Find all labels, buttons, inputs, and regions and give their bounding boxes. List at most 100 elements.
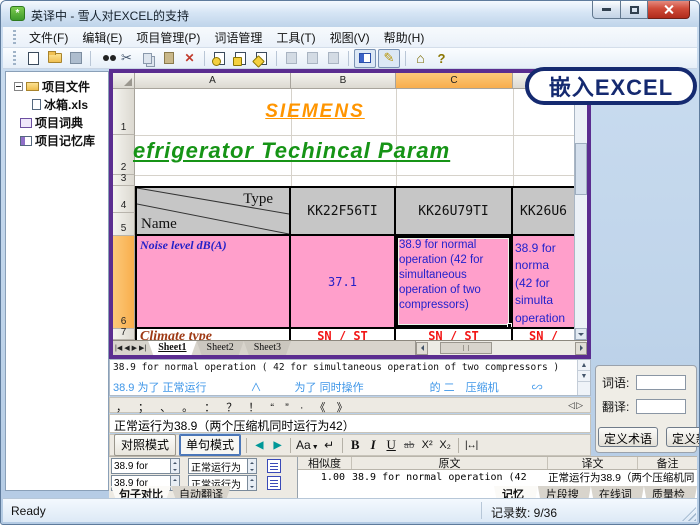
model-header-cell[interactable]: KK26U6 [511, 188, 574, 234]
new-document-icon[interactable] [24, 50, 43, 67]
menu-tools[interactable]: 工具(T) [269, 27, 322, 48]
spinner-icon[interactable] [248, 475, 257, 491]
menu-file[interactable]: 文件(F) [22, 27, 75, 48]
contrast-mode-button[interactable]: 对照模式 [114, 434, 176, 456]
excel-horizontal-scrollbar[interactable] [415, 341, 587, 355]
sidebar-item-project-files[interactable]: 项目文件 [14, 78, 90, 95]
model-header-cell[interactable]: KK22F56TI [289, 188, 394, 234]
gloss-line[interactable]: 38.9 为了 正常运行 ∧ 为了 同时操作 的 二 压缩机 ∽ [113, 379, 543, 395]
font-icon[interactable]: Aa▼ [296, 438, 319, 452]
paste-icon[interactable] [159, 50, 178, 67]
define-new-button[interactable]: 定义新 [666, 427, 700, 447]
column-source[interactable]: 原文 [352, 457, 548, 469]
word-input[interactable] [636, 375, 686, 390]
row-header-5[interactable]: 5 [113, 213, 135, 236]
diagonal-header-cell[interactable]: Type Name [137, 188, 289, 234]
bold-icon[interactable]: B [348, 437, 363, 453]
sheet-tab-sheet1[interactable]: Sheet1 [148, 341, 196, 355]
climate-value-cell-b[interactable]: SN / ST [289, 329, 394, 340]
maximize-button[interactable] [621, 1, 648, 19]
column-header-a[interactable]: A [135, 73, 291, 89]
italic-icon[interactable]: I [366, 437, 381, 453]
climate-label-cell[interactable]: Climate type [137, 329, 289, 340]
model-header-cell[interactable]: KK26U79TI [394, 188, 511, 234]
doc-badge-icon-3[interactable] [252, 50, 271, 67]
sheet-tab-sheet2[interactable]: Sheet2 [197, 341, 244, 355]
define-term-button[interactable]: 定义术语 [598, 427, 658, 447]
gray-tool-icon-3[interactable] [324, 50, 343, 67]
horizontal-scroll-track[interactable] [428, 342, 575, 355]
scroll-up-icon[interactable]: ▲ [578, 360, 590, 371]
first-sheet-icon[interactable]: |◀ [115, 344, 122, 352]
menu-project[interactable]: 项目管理(P) [129, 27, 207, 48]
column-remark[interactable]: 备注 [638, 457, 697, 469]
minimize-button[interactable] [592, 1, 621, 19]
sheet-tab-sheet3[interactable]: Sheet3 [244, 341, 291, 355]
copy-segment-icon[interactable] [267, 476, 281, 490]
fill-handle[interactable] [507, 323, 512, 328]
cell-title-siemens[interactable]: SIEMENS [135, 91, 495, 133]
noise-value-cell-d[interactable]: 38.9 for norma (42 for simulta operation… [511, 236, 574, 327]
scroll-down-icon[interactable] [575, 328, 587, 340]
close-button[interactable] [648, 1, 690, 19]
gray-tool-icon-1[interactable] [282, 50, 301, 67]
selected-cell-c6[interactable]: 38.9 for normal operation (42 for simult… [394, 236, 511, 327]
cell-title-refrigerator[interactable]: efrigerator Techincal Param [133, 138, 450, 164]
scroll-right-icon[interactable] [575, 342, 587, 355]
prev-segment-icon[interactable]: ◀ [252, 440, 267, 451]
delete-icon[interactable] [180, 50, 199, 67]
line-break-icon[interactable]: ↵ [322, 438, 337, 452]
column-header-b[interactable]: B [291, 73, 396, 89]
subscript-icon[interactable]: X₂ [438, 439, 453, 451]
select-all-corner[interactable] [113, 73, 135, 89]
fit-width-icon[interactable]: |↔| [464, 440, 479, 451]
translation-edit-line[interactable]: 正常运行为38.9（两个压缩机同时运行为42） [109, 414, 591, 433]
help-icon[interactable] [432, 50, 451, 67]
excel-vertical-scrollbar[interactable] [574, 73, 587, 340]
climate-value-cell-d[interactable]: SN / [511, 329, 574, 340]
spinner-icon[interactable] [171, 458, 180, 474]
noise-value-cell-b[interactable]: 37.1 [289, 236, 394, 327]
row-header-7[interactable]: 7 [113, 329, 135, 340]
noise-label-cell[interactable]: Noise level dB(A) [137, 236, 289, 327]
prev-sheet-icon[interactable]: ◀ [124, 344, 129, 352]
find-icon[interactable] [96, 50, 115, 67]
underline-icon[interactable]: U [384, 437, 399, 453]
last-sheet-icon[interactable]: ▶| [139, 344, 146, 352]
doc-badge-icon-2[interactable] [231, 50, 250, 67]
memory-table-row[interactable]: 1.00 38.9 for normal operation (42 正常运行为… [298, 470, 697, 485]
resize-grip-icon[interactable] [682, 507, 696, 521]
spinner-icon[interactable] [248, 458, 257, 474]
strikethrough-icon[interactable]: ab [402, 439, 417, 451]
source-sentence[interactable]: 38.9 for normal operation ( 42 for simul… [113, 362, 559, 373]
source-scrollbar[interactable]: ▲ ▼ [577, 360, 590, 395]
vertical-scroll-thumb[interactable] [575, 143, 587, 195]
single-sentence-mode-button[interactable]: 单句模式 [179, 434, 241, 456]
home-icon[interactable] [411, 50, 430, 67]
punctuation-nav-icon[interactable]: ◁▷ [568, 400, 584, 411]
superscript-icon[interactable]: X² [420, 439, 435, 451]
punctuation-buttons[interactable]: ， ； 、 。 ： ？ ！ “ ” · 《 》 [116, 399, 352, 415]
next-sheet-icon[interactable]: ▶ [132, 344, 137, 352]
horizontal-scroll-thumb[interactable] [440, 342, 492, 354]
cut-icon[interactable] [117, 50, 136, 67]
collapse-icon[interactable] [14, 82, 23, 91]
translation-input[interactable] [636, 399, 686, 414]
open-folder-icon[interactable] [45, 50, 64, 67]
compare-target-input[interactable] [188, 458, 248, 474]
menu-help[interactable]: 帮助(H) [377, 27, 432, 48]
save-icon[interactable] [66, 50, 85, 67]
menu-view[interactable]: 视图(V) [323, 27, 377, 48]
pen-icon[interactable] [378, 49, 400, 68]
copy-icon[interactable] [138, 50, 157, 67]
menu-terms[interactable]: 词语管理 [207, 27, 269, 48]
gray-tool-icon-2[interactable] [303, 50, 322, 67]
doc-badge-icon-1[interactable] [210, 50, 229, 67]
scroll-down-icon[interactable]: ▼ [578, 371, 590, 382]
row-header-2[interactable]: 2 [113, 135, 135, 175]
copy-segment-icon[interactable] [267, 459, 281, 473]
next-segment-icon[interactable]: ▶ [270, 440, 285, 451]
row-header-3[interactable]: 3 [113, 175, 135, 186]
row-header-6[interactable]: 6 [113, 236, 135, 329]
column-target[interactable]: 译文 [548, 457, 638, 469]
